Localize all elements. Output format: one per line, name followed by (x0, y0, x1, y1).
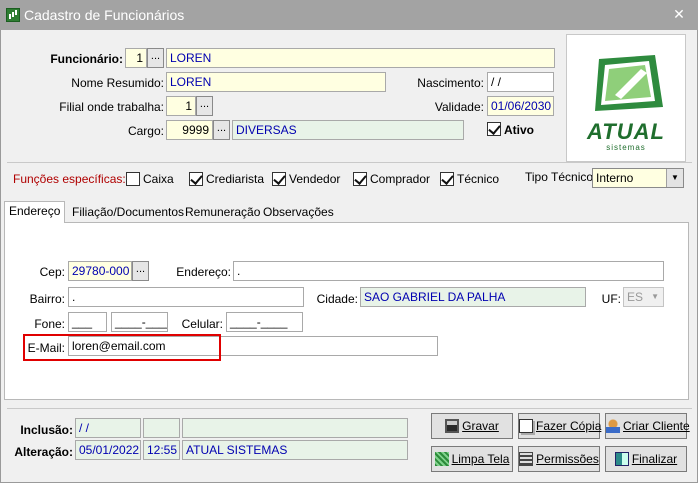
alteracao-date-display: 05/01/2022 (75, 440, 141, 460)
validade-input[interactable]: 01/06/2030 (487, 96, 554, 116)
funcionario-label: Funcionário: (50, 52, 123, 66)
cargo-code-input[interactable]: 9999 (166, 120, 213, 140)
uf-value: ES (627, 290, 644, 304)
finalizar-button-label: Finalizar (631, 452, 678, 466)
crediarista-checkbox[interactable] (189, 172, 203, 186)
cep-label: Cep: (39, 265, 65, 279)
limpa-tela-button-label: Limpa Tela (451, 452, 510, 466)
validade-label: Validade: (434, 100, 484, 114)
tipo-tecnico-label: Tipo Técnico: (525, 170, 597, 184)
inclusao-date-display: / / (75, 418, 141, 438)
floppy-disk-icon (445, 419, 460, 433)
caixa-label: Caixa (143, 172, 174, 186)
cargo-label: Cargo: (127, 124, 164, 138)
tab-remuneracao[interactable]: Remuneração (182, 203, 263, 223)
add-client-icon (606, 419, 620, 433)
vendedor-label: Vendedor (289, 172, 341, 186)
celular-input[interactable]: ____-____ (226, 312, 303, 332)
close-button[interactable]: ✕ (664, 2, 694, 26)
copy-icon (519, 419, 533, 433)
ativo-checkbox[interactable] (487, 122, 501, 136)
nascimento-input[interactable]: / / (487, 72, 554, 92)
alteracao-user-display: ATUAL SISTEMAS (182, 440, 408, 460)
permissoes-button[interactable]: Permissões (518, 446, 600, 472)
alteracao-time-display: 12:55 (143, 440, 180, 460)
tab-filiacao-documentos[interactable]: Filiação/Documentos (69, 203, 187, 223)
celular-label: Celular: (181, 317, 223, 331)
logo-brand: ATUAL (587, 119, 665, 144)
alteracao-label: Alteração: (14, 445, 73, 459)
inclusao-user-display (182, 418, 408, 438)
gravar-button[interactable]: Gravar (431, 413, 513, 439)
fazer-copia-button-label: Fazer Cópia (536, 419, 602, 433)
window-title: Cadastro de Funcionários (24, 7, 185, 23)
form-body: Funcionário: 1 ... LOREN Nome Resumido: … (0, 30, 698, 483)
tipo-tecnico-value: Interno (596, 171, 634, 185)
fone-label: Fone: (34, 317, 65, 331)
inclusao-label: Inclusão: (20, 423, 73, 437)
limpa-tela-button[interactable]: Limpa Tela (431, 446, 513, 472)
cep-lookup-button[interactable]: ... (132, 261, 149, 281)
caixa-checkbox[interactable] (126, 172, 140, 186)
comprador-checkbox[interactable] (353, 172, 367, 186)
nome-resumido-label: Nome Resumido: (71, 76, 164, 90)
finalizar-button[interactable]: Finalizar (605, 446, 687, 472)
nascimento-label: Nascimento: (417, 76, 484, 90)
app-icon (6, 8, 20, 22)
funcionario-lookup-button[interactable]: ... (147, 48, 164, 68)
tipo-tecnico-select[interactable]: Interno ▼ (592, 168, 684, 188)
clear-screen-icon (434, 452, 449, 466)
bairro-label: Bairro: (29, 292, 65, 306)
logo-mark-icon (595, 55, 663, 111)
funcionario-name-input[interactable]: LOREN (166, 48, 555, 68)
uf-select[interactable]: ES ▼ (623, 287, 664, 307)
tecnico-label: Técnico (457, 172, 500, 186)
filial-lookup-button[interactable]: ... (196, 96, 213, 116)
uf-label: UF: (601, 292, 621, 306)
filial-label: Filial onde trabalha: (59, 100, 164, 114)
tab-endereco[interactable]: Endereço (4, 201, 66, 223)
permissoes-button-label: Permissões (536, 452, 599, 466)
vendedor-checkbox[interactable] (272, 172, 286, 186)
endereco-input[interactable]: . (233, 261, 664, 281)
bairro-input[interactable]: . (68, 287, 304, 307)
ativo-label: Ativo (504, 123, 534, 137)
fone-number-input[interactable]: ____-____ (111, 312, 168, 332)
cargo-name-display: DIVERSAS (232, 120, 464, 140)
divider (7, 162, 692, 163)
funcionario-code-input[interactable]: 1 (125, 48, 147, 68)
inclusao-time-display (143, 418, 180, 438)
endereco-label: Endereço: (176, 265, 231, 279)
comprador-label: Comprador (370, 172, 431, 186)
tecnico-checkbox[interactable] (440, 172, 454, 186)
gravar-button-label: Gravar (462, 419, 499, 433)
fone-ddd-input[interactable]: ___ (68, 312, 107, 332)
chevron-down-icon[interactable]: ▼ (666, 169, 683, 187)
title-bar: Cadastro de Funcionários ✕ (0, 0, 698, 30)
fazer-copia-button[interactable]: Fazer Cópia (518, 413, 602, 439)
cidade-label: Cidade: (316, 292, 358, 306)
filial-input[interactable]: 1 (166, 96, 196, 116)
cidade-display: SAO GABRIEL DA PALHA (360, 287, 586, 307)
criar-cliente-button-label: Criar Cliente (623, 419, 690, 433)
funcoes-label: Funções específicas: (13, 172, 126, 186)
keyboard-icon (519, 452, 534, 466)
divider (7, 408, 692, 409)
email-highlight-box (23, 334, 221, 361)
crediarista-label: Crediarista (206, 172, 265, 186)
endereco-panel (4, 222, 689, 400)
logo-subtitle: sistemas (606, 143, 646, 152)
tab-observacoes[interactable]: Observações (260, 203, 337, 223)
exit-door-icon (614, 452, 629, 466)
chevron-down-icon: ▼ (651, 292, 659, 301)
nome-resumido-input[interactable]: LOREN (166, 72, 386, 92)
cep-input[interactable]: 29780-000 (68, 261, 132, 281)
cargo-lookup-button[interactable]: ... (213, 120, 230, 140)
company-logo: ATUAL sistemas (566, 34, 686, 162)
criar-cliente-button[interactable]: Criar Cliente (605, 413, 690, 439)
